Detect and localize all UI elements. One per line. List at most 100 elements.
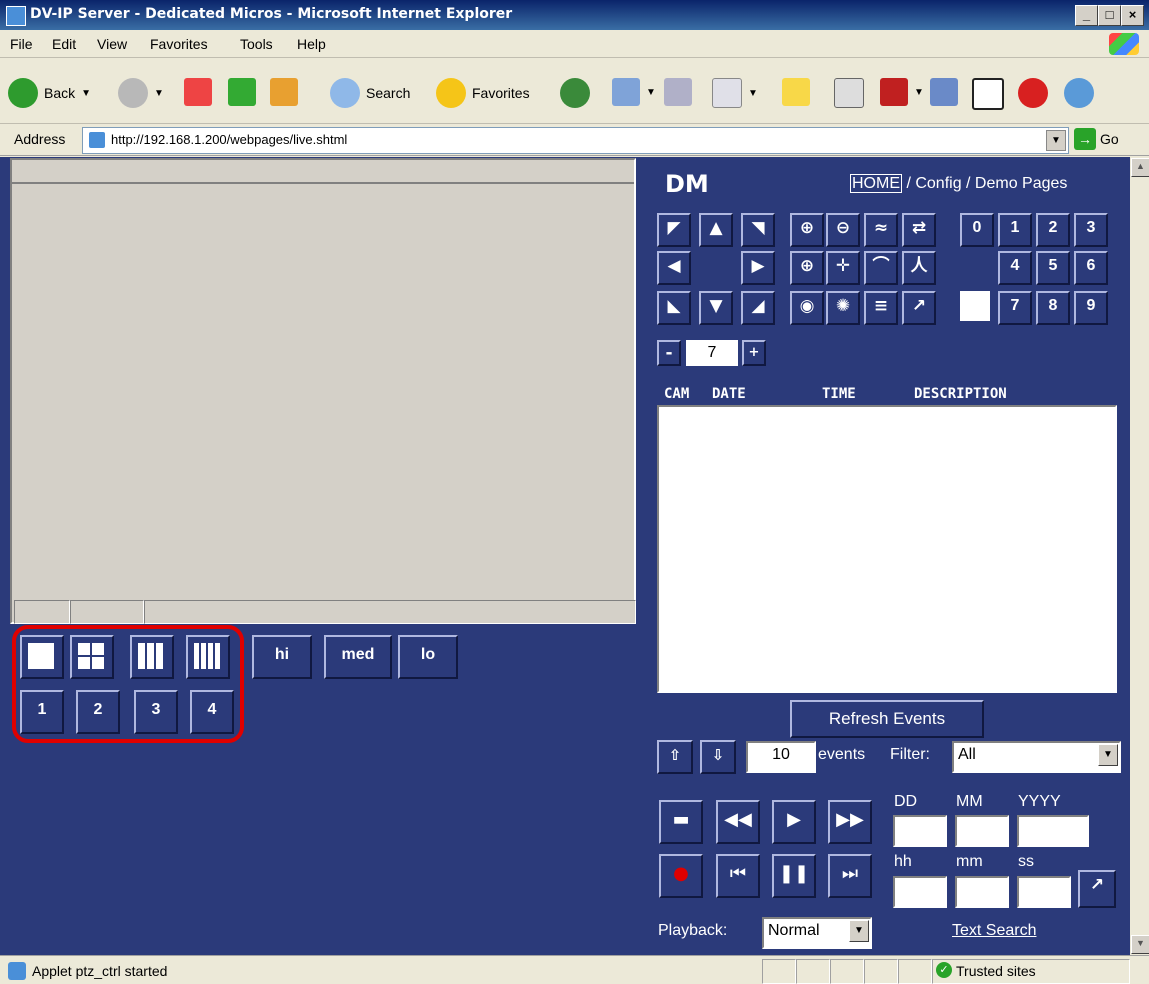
- layout-3x3-button[interactable]: [130, 635, 174, 679]
- zoom-out-button[interactable]: ⊖: [826, 213, 860, 247]
- zoom-in-button[interactable]: ⊕: [790, 213, 824, 247]
- play-button[interactable]: ▶: [772, 800, 816, 844]
- text-search-link[interactable]: Text Search: [952, 922, 1036, 940]
- menu-help[interactable]: Help: [297, 36, 326, 52]
- preset-5-button[interactable]: 5: [1036, 251, 1070, 285]
- print-button[interactable]: [664, 78, 692, 106]
- minimize-button[interactable]: _: [1075, 5, 1098, 26]
- filter-select[interactable]: All ▼: [952, 741, 1121, 773]
- refresh-button[interactable]: [228, 78, 256, 106]
- home-button[interactable]: [270, 78, 298, 106]
- wiper-button[interactable]: ≈: [864, 213, 898, 247]
- quality-lo-button[interactable]: lo: [398, 635, 458, 679]
- layout-4x4-button[interactable]: [186, 635, 230, 679]
- history-button[interactable]: [560, 78, 590, 108]
- washer-button[interactable]: ⌒: [864, 251, 898, 285]
- preset-7-button[interactable]: 7: [998, 291, 1032, 325]
- skip-back-button[interactable]: ⏮: [716, 854, 760, 898]
- maximize-button[interactable]: □: [1098, 5, 1121, 26]
- playback-select[interactable]: Normal ▼: [762, 917, 872, 949]
- users-button[interactable]: [1064, 78, 1094, 108]
- scroll-down-button[interactable]: ▼: [1131, 935, 1149, 954]
- goto-time-button[interactable]: ↗: [1078, 870, 1116, 908]
- events-count-input[interactable]: 10: [746, 741, 816, 773]
- stop-button[interactable]: [184, 78, 212, 106]
- alert-button[interactable]: [1018, 78, 1048, 108]
- preset-9-button[interactable]: 9: [1074, 291, 1108, 325]
- speed-increase-button[interactable]: +: [742, 340, 766, 366]
- scroll-up-button[interactable]: ▲: [1131, 158, 1149, 177]
- month-input[interactable]: [955, 815, 1009, 847]
- events-up-button[interactable]: ⇧: [657, 740, 693, 774]
- second-input[interactable]: [1017, 876, 1071, 908]
- preset-0-button[interactable]: 0: [960, 213, 994, 247]
- preset-1-button[interactable]: 1: [998, 213, 1032, 247]
- live-camera-button[interactable]: ▬: [659, 800, 703, 844]
- layout-1x1-button[interactable]: [20, 635, 64, 679]
- notes-button[interactable]: [782, 78, 810, 106]
- quality-med-button[interactable]: med: [324, 635, 392, 679]
- preset-8-button[interactable]: 8: [1036, 291, 1070, 325]
- year-input[interactable]: [1017, 815, 1089, 847]
- focus-near-button[interactable]: ⊕: [790, 251, 824, 285]
- address-dropdown[interactable]: ▼: [1046, 130, 1066, 151]
- day-input[interactable]: [893, 815, 947, 847]
- record-button[interactable]: ●: [659, 854, 703, 898]
- breadcrumb-rest[interactable]: / Config / Demo Pages: [902, 175, 1067, 192]
- flip-button[interactable]: ⇄: [902, 213, 936, 247]
- video-viewer[interactable]: [10, 158, 636, 624]
- pause-button[interactable]: ❚❚: [772, 854, 816, 898]
- goto-preset-button[interactable]: ↗: [902, 291, 936, 325]
- pan-up-button[interactable]: ▲: [699, 213, 733, 247]
- auxiliary-button[interactable]: 人: [902, 251, 936, 285]
- light-button[interactable]: ≡: [864, 291, 898, 325]
- menu-favorites[interactable]: Favorites: [150, 36, 208, 52]
- favorites-button[interactable]: Favorites: [436, 78, 530, 108]
- hour-input[interactable]: [893, 876, 947, 908]
- menu-file[interactable]: File: [10, 36, 33, 52]
- home-link[interactable]: HOME: [850, 174, 902, 193]
- quality-hi-button[interactable]: hi: [252, 635, 312, 679]
- back-button[interactable]: Back ▼: [8, 78, 91, 108]
- mail-button[interactable]: ▼: [612, 78, 656, 106]
- pan-right-button[interactable]: ▶: [741, 251, 775, 285]
- preset-input[interactable]: [960, 291, 990, 321]
- skip-forward-button[interactable]: ⏭: [828, 854, 872, 898]
- pan-down-left-button[interactable]: ◣: [657, 291, 691, 325]
- pan-down-button[interactable]: ▼: [699, 291, 733, 325]
- search-button[interactable]: Search: [330, 78, 410, 108]
- refresh-events-button[interactable]: Refresh Events: [790, 700, 984, 738]
- menu-view[interactable]: View: [97, 36, 127, 52]
- minute-input[interactable]: [955, 876, 1009, 908]
- menu-edit[interactable]: Edit: [52, 36, 76, 52]
- speed-decrease-button[interactable]: -: [657, 340, 681, 366]
- iris-open-button[interactable]: ◉: [790, 291, 824, 325]
- camera-1-button[interactable]: 1: [20, 690, 64, 734]
- fast-forward-button[interactable]: ▶▶: [828, 800, 872, 844]
- events-down-button[interactable]: ⇩: [700, 740, 736, 774]
- layout-2x2-button[interactable]: [70, 635, 114, 679]
- camera-4-button[interactable]: 4: [190, 690, 234, 734]
- camera-2-button[interactable]: 2: [76, 690, 120, 734]
- preset-6-button[interactable]: 6: [1074, 251, 1108, 285]
- preset-3-button[interactable]: 3: [1074, 213, 1108, 247]
- yahoo-button[interactable]: ▼: [880, 78, 924, 106]
- camera-3-button[interactable]: 3: [134, 690, 178, 734]
- preset-2-button[interactable]: 2: [1036, 213, 1070, 247]
- research-button[interactable]: [930, 78, 958, 106]
- edit-button[interactable]: ▼: [712, 78, 758, 108]
- close-button[interactable]: ×: [1121, 5, 1144, 26]
- focus-far-button[interactable]: ✛: [826, 251, 860, 285]
- rewind-button[interactable]: ◀◀: [716, 800, 760, 844]
- messenger-button[interactable]: [834, 78, 864, 108]
- event-list[interactable]: [657, 405, 1117, 693]
- speed-value[interactable]: 7: [686, 340, 738, 366]
- pan-up-right-button[interactable]: ◥: [741, 213, 775, 247]
- pan-up-left-button[interactable]: ◤: [657, 213, 691, 247]
- pan-left-button[interactable]: ◀: [657, 251, 691, 285]
- forward-button[interactable]: ▼: [118, 78, 164, 108]
- vertical-scrollbar[interactable]: ▲ ▼: [1130, 157, 1149, 955]
- address-input[interactable]: http://192.168.1.200/webpages/live.shtml…: [82, 127, 1069, 154]
- pan-down-right-button[interactable]: ◢: [741, 291, 775, 325]
- iris-close-button[interactable]: ✺: [826, 291, 860, 325]
